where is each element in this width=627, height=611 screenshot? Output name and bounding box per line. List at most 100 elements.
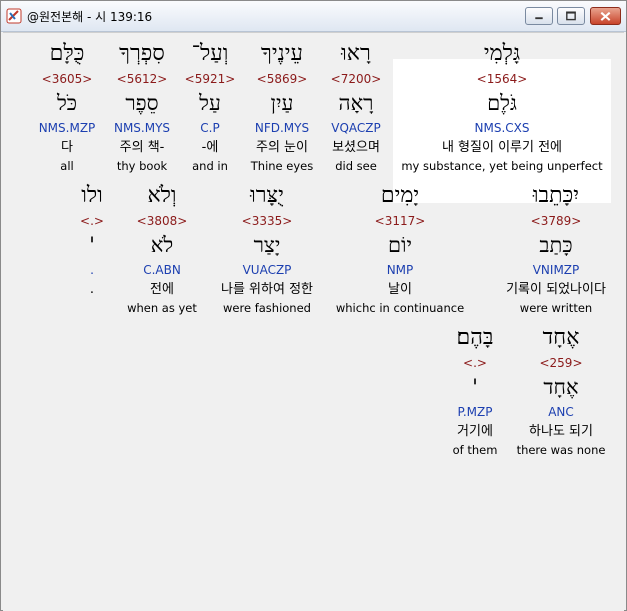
strong-number[interactable]: <3335>: [203, 214, 331, 228]
word-cell[interactable]: רָאוּ <7200> רָאָה VQACZP 보셨으며 did see: [323, 41, 389, 177]
strong-number[interactable]: <3808>: [121, 214, 203, 228]
strong-number[interactable]: <.>: [65, 214, 119, 228]
lemma-word: עַיִן: [270, 91, 294, 115]
parsing-code: NMS.MYS: [113, 121, 171, 135]
english-gloss: did see: [335, 159, 377, 173]
word-cell[interactable]: אֶחָד <259> אֶחָד ANC 하나도 되기 there was none: [509, 325, 613, 461]
word-cell[interactable]: סִפְרְךָ <5612> סֵפֶר NMS.MYS 주의 책-thy book: [105, 41, 179, 177]
english-gloss: all: [60, 159, 74, 173]
lemma-word: אֶחָד: [543, 375, 579, 399]
hebrew-word: בָּהֶם׃: [456, 325, 494, 350]
parsing-code: ANC: [548, 405, 574, 419]
hebrew-word: יָמִים: [380, 183, 420, 208]
korean-gloss: 다: [61, 140, 73, 155]
lemma-word: עַל: [199, 91, 221, 115]
korean-gloss: 주의 책-: [119, 140, 165, 155]
parsing-code: C.ABN: [143, 263, 181, 277]
hebrew-word: יֻצָּרוּ: [250, 183, 284, 208]
parsing-code: C.P: [200, 121, 220, 135]
word-cell[interactable]: גָּלְמִי <1564> גֹּלֶם NMS.CXS 내 형질이 이루기 전에 m…: [395, 41, 609, 177]
english-gloss: of them: [452, 443, 498, 457]
english-gloss: there was none: [516, 443, 606, 457]
hebrew-word: ולו: [81, 183, 103, 208]
lemma-word: סֵפֶר: [125, 91, 159, 115]
strong-number[interactable]: <5921>: [181, 72, 239, 86]
word-cell[interactable]: ולו <.> '..: [65, 183, 119, 319]
parsing-code: VNIMZP: [532, 263, 580, 277]
word-cell[interactable]: וְלֹא <3808> לֹא C.ABN 전에 when as yet: [121, 183, 203, 319]
strong-number[interactable]: <259>: [509, 356, 613, 370]
hebrew-word: כֻּלָּם: [49, 41, 85, 66]
korean-gloss: 날이: [388, 282, 412, 297]
app-logo-icon: [6, 8, 22, 24]
strong-number[interactable]: <5612>: [105, 72, 179, 86]
word-cell[interactable]: עֵינֶיךָ <5869> עַיִן NFD.MYS 주의 눈이 Thine eye…: [243, 41, 321, 177]
lemma-word: לֹא: [150, 233, 174, 257]
hebrew-word: אֶחָד: [542, 325, 580, 350]
word-cell[interactable]: יֻצָּרוּ <3335> יָצַר VUACZP 나를 위하여 정한 were f…: [203, 183, 331, 319]
parsing-code: NMS.MZP: [38, 121, 96, 135]
korean-gloss: -에: [201, 140, 219, 155]
strong-number[interactable]: <3789>: [499, 214, 613, 228]
parsing-code: P.MZP: [457, 405, 493, 419]
parsing-code: NMS.CXS: [474, 121, 530, 135]
parsing-code: VUACZP: [242, 263, 292, 277]
english-gloss: Thine eyes: [250, 159, 314, 173]
lemma-word: ': [472, 375, 478, 399]
strong-number[interactable]: <3117>: [333, 214, 467, 228]
word-cell[interactable]: בָּהֶם׃ <.> ' P.MZP 거기에 of them: [443, 325, 507, 461]
english-gloss: and in: [192, 159, 228, 173]
english-gloss: whichc in continuance: [335, 301, 465, 315]
strong-number[interactable]: <7200>: [323, 72, 389, 86]
maximize-button[interactable]: [557, 7, 585, 25]
hebrew-word: וְעַל־: [191, 41, 229, 66]
korean-gloss: 기록이 되었나이다: [506, 282, 606, 297]
korean-gloss: 주의 눈이: [256, 140, 308, 155]
interlinear-view[interactable]: גָּלְמִי <1564> גֹּלֶם NMS.CXS 내 형질이 이루기 전에 m…: [3, 32, 624, 611]
word-cell[interactable]: וְעַל־ <5921> עַל C.P -에 and in: [181, 41, 239, 177]
strong-number[interactable]: <1564>: [395, 72, 609, 86]
english-gloss: my substance, yet being unperfect: [401, 159, 603, 173]
lemma-word: יוֹם: [388, 233, 412, 257]
close-button[interactable]: [590, 7, 621, 25]
english-gloss: were written: [519, 301, 593, 315]
hebrew-word: רָאוּ: [341, 41, 371, 66]
strong-number[interactable]: <.>: [443, 356, 507, 370]
korean-gloss: 나를 위하여 정한: [221, 282, 313, 297]
window-title: @원전본해 - 시 139:16: [27, 10, 153, 24]
parsing-code: VQACZP: [331, 121, 381, 135]
korean-gloss: 거기에: [457, 424, 493, 439]
parsing-code: NMP: [386, 263, 414, 277]
word-cell[interactable]: כֻּלָּם <3605> כֹּל NMS.MZP 다 all: [31, 41, 103, 177]
lemma-word: גֹּלֶם: [487, 91, 517, 115]
minimize-button[interactable]: [525, 7, 553, 25]
english-gloss: when as yet: [127, 301, 197, 315]
minimize-icon: [535, 17, 543, 20]
hebrew-word: סִפְרְךָ: [119, 41, 165, 66]
hebrew-word: גָּלְמִי: [483, 41, 521, 66]
title-bar[interactable]: @원전본해 - 시 139:16: [1, 1, 626, 32]
english-gloss: were fashioned: [223, 301, 311, 315]
lemma-word: כֹּל: [56, 91, 78, 115]
korean-gloss: 내 형질이 이루기 전에: [441, 140, 563, 155]
app-window: @원전본해 - 시 139:16 גָּלְמִי <1564> גֹּלֶם NMS…: [0, 0, 627, 611]
hebrew-word: עֵינֶיךָ: [261, 41, 303, 66]
strong-number[interactable]: <5869>: [243, 72, 321, 86]
korean-gloss: 하나도 되기: [529, 424, 593, 439]
word-cell[interactable]: יִכָּתֵבוּ <3789> כָּתַב VNIMZP 기록이 되었나이다 wer…: [499, 183, 613, 319]
lemma-word: יָצַר: [253, 233, 281, 257]
hebrew-word: יִכָּתֵבוּ: [532, 183, 580, 208]
close-icon: [600, 11, 611, 21]
parsing-code: .: [90, 263, 94, 277]
parsing-code: NFD.MYS: [254, 121, 310, 135]
strong-number[interactable]: <3605>: [31, 72, 103, 86]
hebrew-word: וְלֹא: [147, 183, 177, 208]
maximize-icon: [566, 11, 576, 21]
english-gloss: thy book: [116, 159, 168, 173]
lemma-word: רָאָה: [338, 91, 374, 115]
korean-gloss: 보셨으며: [332, 140, 380, 155]
word-cell[interactable]: יָמִים <3117> יוֹם NMP 날이 whichc in continuan…: [333, 183, 467, 319]
lemma-word: כָּתַב: [539, 233, 573, 257]
lemma-word: ': [89, 233, 95, 257]
korean-gloss: 전에: [150, 282, 174, 297]
